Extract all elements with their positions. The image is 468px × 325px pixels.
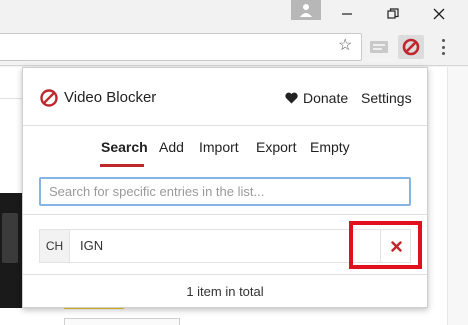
video-thumbnail[interactable]	[0, 193, 22, 308]
popup-header: Video Blocker Donate Settings	[23, 68, 427, 126]
video-blocker-icon	[402, 38, 420, 56]
minimize-button[interactable]	[327, 0, 367, 28]
donate-label: Donate	[303, 90, 349, 106]
popup-tabs: Search Add Import Export Empty	[23, 126, 427, 167]
entry-type-badge: CH	[40, 230, 70, 262]
user-icon	[300, 4, 312, 17]
page-scrollbar[interactable]	[447, 67, 468, 325]
donate-link[interactable]: Donate	[285, 90, 348, 106]
video-blocker-icon	[40, 89, 58, 107]
page-button[interactable]	[64, 318, 180, 325]
page-divider	[0, 98, 22, 99]
extension-button[interactable]	[369, 38, 389, 56]
restore-button[interactable]	[373, 0, 413, 28]
close-icon	[433, 8, 445, 20]
extension-icon	[370, 41, 388, 53]
search-section	[23, 167, 427, 215]
tab-export[interactable]: Export	[256, 139, 296, 155]
entry-value: IGN	[80, 238, 104, 253]
tab-add[interactable]: Add	[159, 139, 184, 155]
heart-icon	[285, 92, 298, 104]
tab-empty[interactable]: Empty	[310, 139, 350, 155]
video-blocker-popup: Video Blocker Donate Settings Search Add…	[22, 67, 428, 308]
maximize-icon	[387, 8, 399, 19]
video-blocker-extension-button[interactable]	[398, 35, 424, 59]
address-bar[interactable]	[0, 33, 362, 61]
tab-search[interactable]: Search	[101, 139, 148, 155]
settings-link[interactable]: Settings	[361, 90, 412, 106]
close-window-button[interactable]	[419, 0, 459, 28]
minimize-icon	[342, 13, 352, 15]
annotation-highlight-box	[349, 221, 422, 269]
search-input[interactable]	[39, 177, 411, 206]
tab-import[interactable]: Import	[199, 139, 239, 155]
item-count: 1 item in total	[23, 274, 427, 307]
menu-icon[interactable]	[437, 37, 449, 57]
popup-title: Video Blocker	[64, 89, 157, 106]
star-icon[interactable]: ☆	[338, 37, 352, 55]
profile-button[interactable]	[291, 0, 321, 20]
